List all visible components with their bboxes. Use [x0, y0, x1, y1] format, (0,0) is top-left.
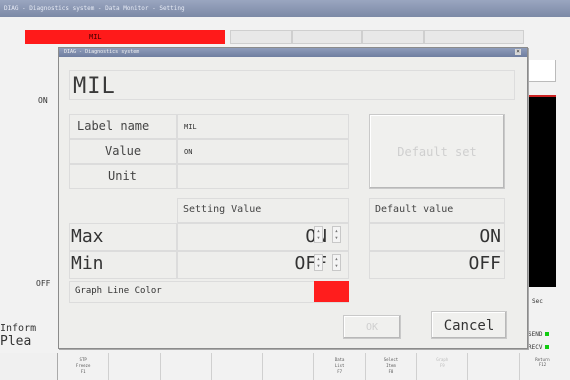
unit-value-cell	[177, 164, 349, 189]
header-cell	[230, 30, 292, 44]
max-spin-up-down[interactable]: ▲ ▼	[314, 226, 323, 243]
dialog-titlebar[interactable]: DIAG - Diagnostics system ×	[59, 48, 527, 57]
recv-indicator: RECV	[528, 344, 550, 351]
function-key-f8[interactable]: Select Item F8	[364, 353, 416, 380]
fkey-line: F9	[439, 363, 445, 368]
function-key-bar: STP Freeze F1 Data List F7 Select Item F8 Grap…	[57, 353, 570, 380]
header-cell	[292, 30, 362, 44]
function-key-spacer	[0, 353, 57, 380]
graph-line-color-label: Graph Line Color	[75, 286, 162, 296]
function-key-f3[interactable]	[159, 353, 211, 380]
max-label: Max	[71, 226, 104, 247]
default-set-button[interactable]: Default set	[369, 114, 505, 189]
send-led-icon	[545, 332, 550, 336]
value-value: ON	[184, 148, 193, 156]
recv-led-icon	[545, 345, 550, 349]
function-key-f7[interactable]: Data List F7	[313, 353, 364, 380]
min-spin-up-down[interactable]: ▲ ▼	[314, 254, 323, 271]
default-value-header: Default value	[375, 204, 454, 215]
label-name-value: MIL	[184, 123, 197, 131]
function-key-f5[interactable]	[262, 353, 313, 380]
cancel-button[interactable]: Cancel	[431, 311, 507, 339]
mil-item-tab[interactable]: MIL	[25, 30, 225, 44]
send-label: SEND	[528, 331, 543, 338]
fkey-line: F8	[388, 369, 394, 374]
header-cell	[424, 30, 524, 44]
function-key-f10[interactable]	[467, 353, 518, 380]
header-cell	[362, 30, 424, 44]
send-indicator: SEND	[528, 331, 550, 338]
graph-on-label: ON	[38, 96, 48, 105]
unit-label: Unit	[108, 169, 137, 183]
sec-label: Sec	[532, 298, 543, 305]
label-name-label: Label name	[77, 119, 150, 133]
function-key-f2[interactable]	[108, 353, 159, 380]
item-title-box	[69, 70, 515, 100]
max-spin-step[interactable]: ▲ ▼	[332, 226, 341, 243]
value-value-cell	[177, 139, 349, 164]
fkey-line: F12	[538, 362, 547, 367]
min-label: Min	[71, 253, 104, 274]
function-key-f12[interactable]: Return F12	[515, 353, 570, 380]
min-default-value: OFF	[468, 253, 501, 274]
item-settings-dialog: DIAG - Diagnostics system × MIL Label na…	[58, 47, 528, 349]
info-line-2: Plea	[0, 334, 32, 349]
graph-off-label: OFF	[36, 279, 51, 288]
function-key-f9[interactable]: Graph F9	[416, 353, 467, 380]
dialog-title: DIAG - Diagnostics system	[64, 49, 140, 55]
ok-button[interactable]: OK	[343, 315, 401, 339]
min-spin-step[interactable]: ▲ ▼	[332, 254, 341, 271]
value-label: Value	[105, 144, 142, 158]
function-key-f1[interactable]: STP Freeze F1	[57, 353, 108, 380]
recv-label: RECV	[528, 344, 543, 351]
graph-line-color-swatch[interactable]	[314, 281, 349, 302]
item-title: MIL	[73, 74, 116, 99]
max-default-value: ON	[479, 226, 501, 247]
app-title: DIAG - Diagnostics system - Data Monitor…	[4, 5, 185, 12]
setting-value-header: Setting Value	[183, 204, 262, 215]
fkey-line: F7	[337, 369, 343, 374]
information-area: Inform Plea	[0, 322, 36, 348]
label-name-value-cell	[177, 114, 349, 139]
function-key-f4[interactable]	[210, 353, 262, 380]
app-titlebar: DIAG - Diagnostics system - Data Monitor…	[0, 0, 570, 17]
fkey-line: F1	[80, 369, 86, 374]
close-icon[interactable]: ×	[515, 49, 521, 55]
